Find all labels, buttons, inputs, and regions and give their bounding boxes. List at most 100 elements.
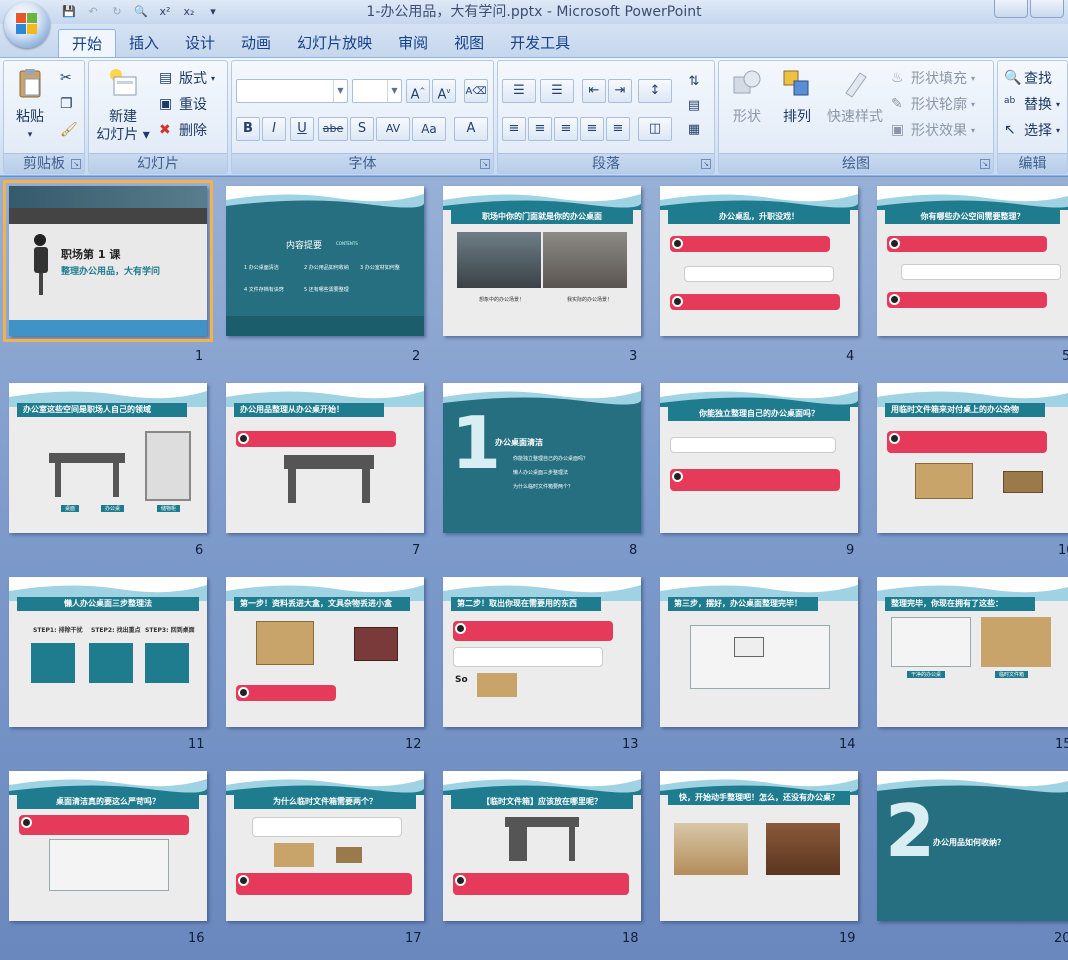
tab-home[interactable]: 开始 <box>58 29 117 58</box>
slide-thumb-3[interactable]: 职场中你的门面就是你的办公桌面 想象中的办公场景！ 我实际的办公场景！ <box>443 186 641 336</box>
slide-thumb-6[interactable]: 办公室这些空间是职场人自己的领域 桌面 办公桌 储物柜 <box>9 383 207 533</box>
slide-thumb-11[interactable]: 懒人办公桌面三步整理法 STEP1: 排除干扰 STEP2: 找出重点 STEP… <box>9 577 207 727</box>
select-button[interactable]: ↖ 选择 ▾ <box>1004 119 1060 141</box>
office-button[interactable] <box>4 2 50 48</box>
align-text-button[interactable]: ▤ <box>682 95 706 119</box>
clipboard-launcher-icon[interactable]: ↘ <box>71 159 81 169</box>
quick-styles-button[interactable]: 快速样式 <box>823 67 887 126</box>
shrink-font-button[interactable]: Av <box>432 79 456 103</box>
slide-thumb-16[interactable]: 桌面清洁真的要这么严苛吗？ <box>9 771 207 921</box>
new-slide-button[interactable]: 新建 幻灯片 ▾ <box>95 67 151 144</box>
slide-title: 【临时文件箱】应该放在哪里呢？ <box>451 795 633 809</box>
change-case-button[interactable]: Aa <box>412 117 446 141</box>
step: STEP1: 排除干扰 <box>33 627 83 634</box>
slide-title: 办公室这些空间是职场人自己的领域 <box>17 403 187 417</box>
shapes-button[interactable]: 形状 <box>725 67 769 126</box>
slide-thumb-1[interactable]: 职场第 1 课 整理办公用品，大有学问 <box>3 180 213 342</box>
font-color-button[interactable]: A <box>454 117 488 141</box>
slide-title: 职场中你的门面就是你的办公桌面 <box>451 210 633 224</box>
section-item: 懒人办公桌面三步整理法 <box>513 470 569 476</box>
slide-thumb-2[interactable]: 内容提要 CONTENTS 1 办公桌面清洁 2 办公用品如何收纳 3 办公室材… <box>226 186 424 336</box>
minimize-button[interactable] <box>994 0 1028 18</box>
tab-developer[interactable]: 开发工具 <box>497 29 583 58</box>
fill-bucket-icon: ♨ <box>891 70 904 86</box>
paragraph-launcher-icon[interactable]: ↘ <box>701 159 711 169</box>
font-name-combo[interactable]: ▼ <box>236 79 348 103</box>
font-size-combo[interactable]: ▼ <box>352 79 402 103</box>
smartart-button[interactable]: ▦ <box>682 119 706 143</box>
layout-button[interactable]: ▤ 版式 ▾ <box>159 67 215 89</box>
italic-button[interactable]: I <box>262 117 286 141</box>
box-icon <box>915 463 973 499</box>
format-painter-button[interactable]: 🖌 <box>60 119 78 141</box>
slide-thumb-9[interactable]: 你能独立整理自己的办公桌面吗？ <box>660 383 858 533</box>
shape-outline-button[interactable]: ✎ 形状轮廓 ▾ <box>891 93 975 115</box>
font-launcher-icon[interactable]: ↘ <box>480 159 490 169</box>
slide-thumb-10[interactable]: 用临时文件箱来对付桌上的办公杂物 <box>877 383 1068 533</box>
shape-fill-button[interactable]: ♨ 形状填充 ▾ <box>891 67 975 89</box>
slide-thumb-17[interactable]: 为什么临时文件箱需要两个？ <box>226 771 424 921</box>
justify-button[interactable]: ≡ <box>580 117 604 141</box>
bullets-button[interactable]: ☰ <box>502 79 536 103</box>
tab-insert[interactable]: 插入 <box>116 29 172 58</box>
slide-number: 11 <box>188 737 205 752</box>
slide-thumb-15[interactable]: 整理完毕，你现在拥有了这些： 干净的办公桌 临时文件箱 <box>877 577 1068 727</box>
reset-button[interactable]: ▣ 重设 <box>159 93 207 115</box>
decrease-indent-button[interactable]: ⇤ <box>582 79 606 103</box>
bold-button[interactable]: B <box>236 117 260 141</box>
tab-view[interactable]: 视图 <box>441 29 497 58</box>
tab-review[interactable]: 审阅 <box>385 29 441 58</box>
slide-thumb-13[interactable]: 第二步！取出你现在需要用的东西 So <box>443 577 641 727</box>
slide-thumb-12[interactable]: 第一步！资料丢进大盒，文具杂物丢进小盒 <box>226 577 424 727</box>
increase-indent-button[interactable]: ⇥ <box>608 79 632 103</box>
replace-button[interactable]: ab 替换 ▾ <box>1004 93 1060 115</box>
label: 桌面 <box>61 505 80 512</box>
arrange-button[interactable]: 排列 <box>775 67 819 126</box>
drawing-launcher-icon[interactable]: ↘ <box>980 159 990 169</box>
copy-button[interactable]: ❐ <box>60 93 76 115</box>
columns-button[interactable]: ◫ <box>638 117 672 141</box>
chat-bubble <box>453 647 603 667</box>
slide-thumb-4[interactable]: 办公桌乱，升职没戏！ <box>660 186 858 336</box>
slide-thumb-5[interactable]: 你有哪些办公空间需要整理？ <box>877 186 1068 336</box>
slide-thumb-8[interactable]: 1 办公桌面清洁 你能独立整理自己的办公桌面吗？ 懒人办公桌面三步整理法 为什么… <box>443 383 641 533</box>
slide-thumb-14[interactable]: 第三步，摆好，办公桌面整理完毕！ <box>660 577 858 727</box>
slide-thumb-18[interactable]: 【临时文件箱】应该放在哪里呢？ <box>443 771 641 921</box>
find-button[interactable]: 🔍 查找 <box>1004 67 1052 89</box>
tab-design[interactable]: 设计 <box>172 29 228 58</box>
strikethrough-button[interactable]: abe <box>318 117 348 141</box>
char-spacing-button[interactable]: AV <box>376 117 410 141</box>
align-center-button[interactable]: ≡ <box>528 117 552 141</box>
clear-format-button[interactable]: A⌫ <box>464 79 488 103</box>
slide-title: 第二步！取出你现在需要用的东西 <box>451 597 601 611</box>
slide-thumb-19[interactable]: 快，开始动手整理吧！怎么，还没有办公桌？ <box>660 771 858 921</box>
cut-button[interactable]: ✂ <box>60 67 76 89</box>
slide-number: 3 <box>629 349 638 364</box>
align-right-button[interactable]: ≡ <box>554 117 578 141</box>
shape-effects-button[interactable]: ▣ 形状效果 ▾ <box>891 119 975 141</box>
chat-bubble <box>252 817 402 837</box>
align-right-icon: ≡ <box>560 121 572 136</box>
text-direction-button[interactable]: ⇅ <box>682 71 706 95</box>
step: STEP3: 回到桌面 <box>145 627 195 634</box>
slide-title: 职场第 1 课 <box>61 248 121 261</box>
tab-animations[interactable]: 动画 <box>228 29 284 58</box>
numbering-button[interactable]: ☰ <box>540 79 574 103</box>
maximize-button[interactable] <box>1030 0 1064 18</box>
tab-slideshow[interactable]: 幻灯片放映 <box>284 29 385 58</box>
justify-icon: ≡ <box>586 121 598 136</box>
grow-font-button[interactable]: A^ <box>406 79 430 103</box>
slide-thumb-20[interactable]: 2 办公用品如何收纳？ <box>877 771 1068 921</box>
underline-button[interactable]: U <box>290 117 314 141</box>
content-item: 2 办公用品如何收纳 <box>304 265 349 271</box>
slide-thumb-7[interactable]: 办公用品整理从办公桌开始！ <box>226 383 424 533</box>
delete-button[interactable]: ✖ 删除 <box>159 119 207 141</box>
slide-title: 办公桌乱，升职没戏！ <box>668 210 850 224</box>
slide-number: 10 <box>1058 543 1068 558</box>
paste-button[interactable]: 粘贴 ▾ <box>10 67 50 144</box>
distributed-button[interactable]: ≡ <box>606 117 630 141</box>
line-spacing-button[interactable]: ↕ <box>638 79 672 103</box>
ribbon-tabs: 开始 插入 设计 动画 幻灯片放映 审阅 视图 开发工具 <box>0 24 1068 58</box>
align-left-button[interactable]: ≡ <box>502 117 526 141</box>
shadow-button[interactable]: S <box>350 117 374 141</box>
